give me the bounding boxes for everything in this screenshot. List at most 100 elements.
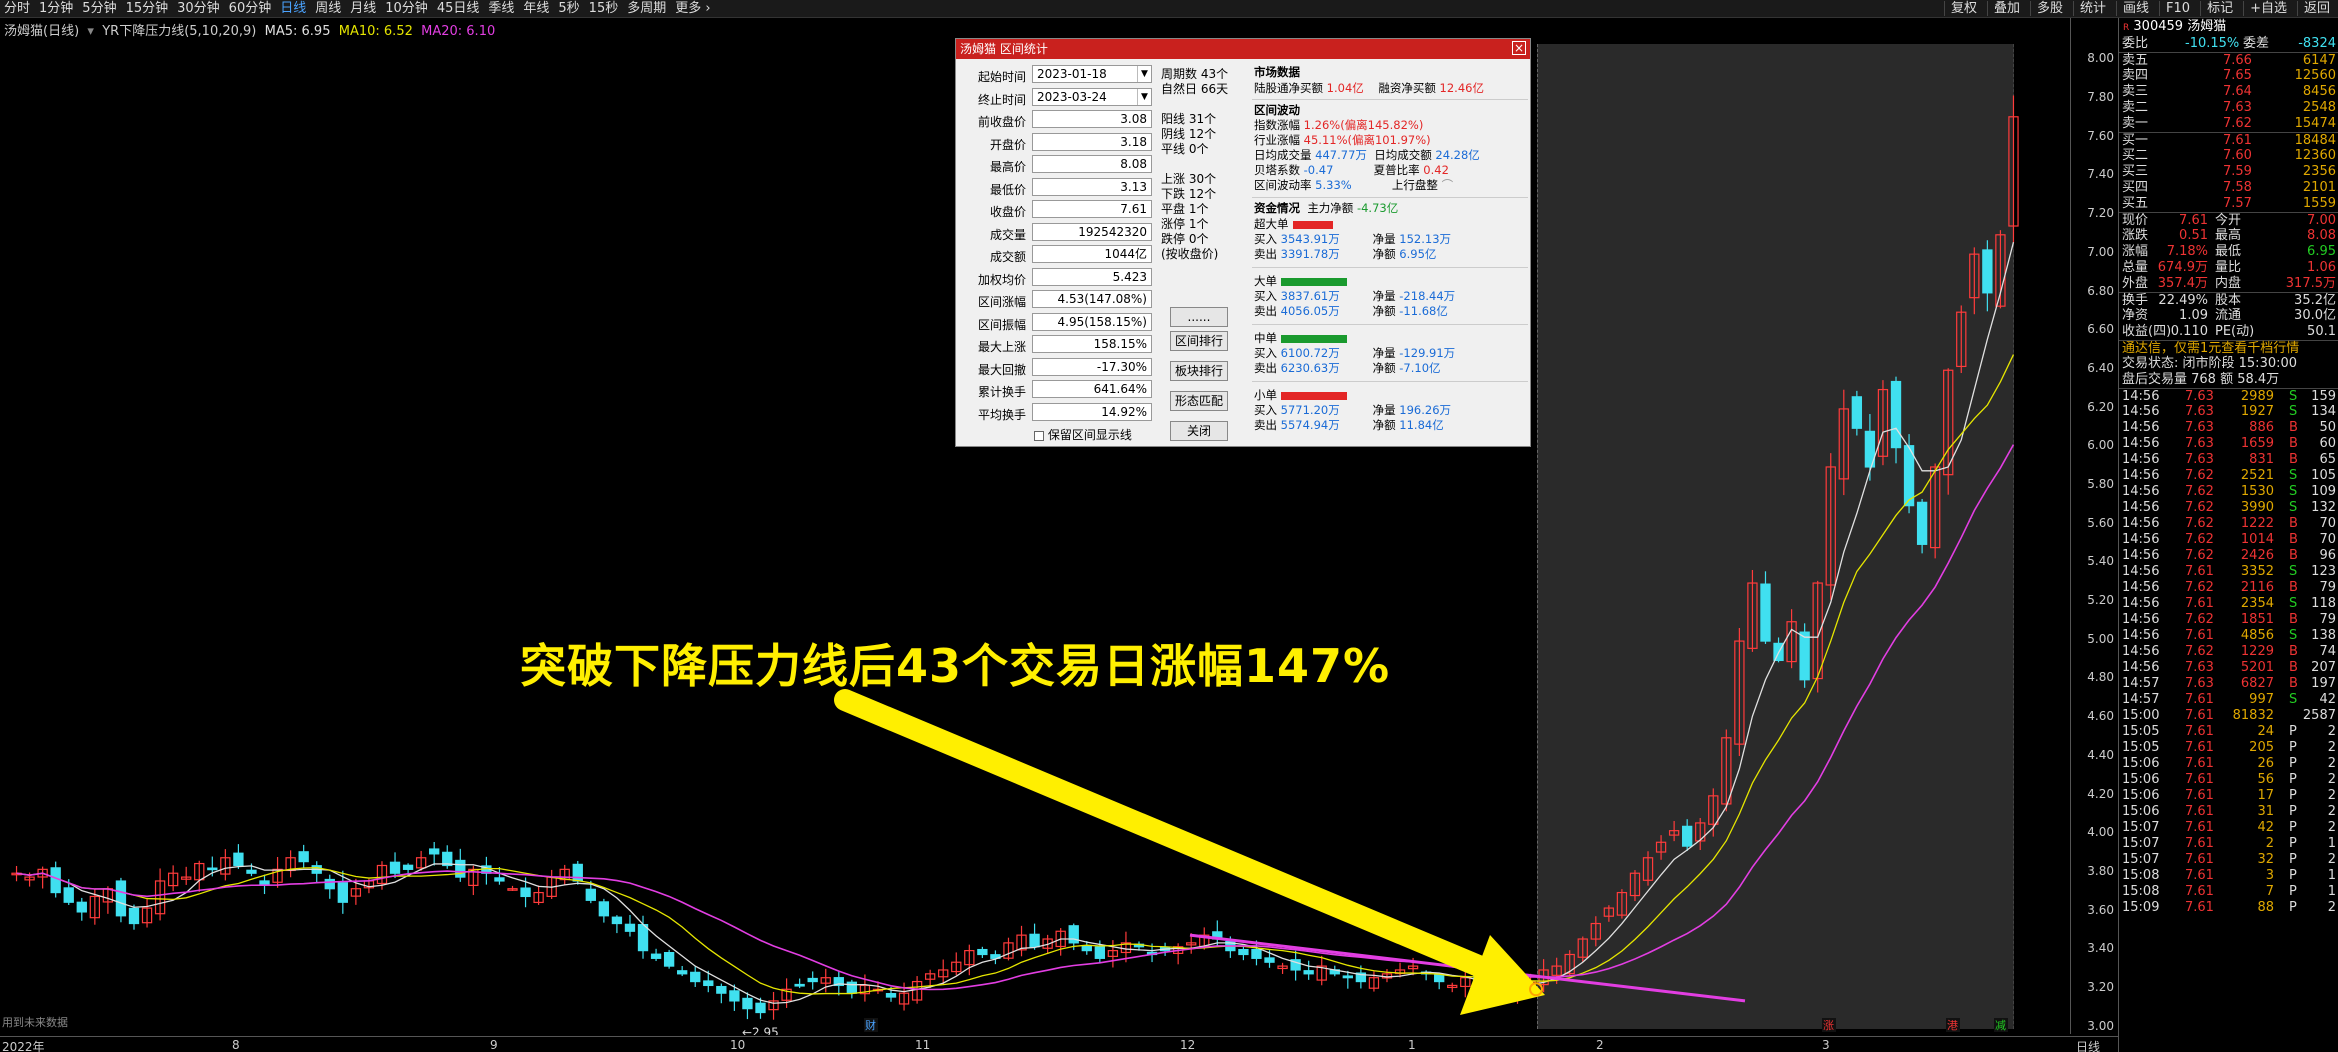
period-tab[interactable]: 周线	[315, 1, 341, 16]
indicator-name[interactable]: YR下降压力线(5,10,20,9)	[102, 24, 256, 39]
value: -11.68亿	[1399, 304, 1448, 318]
y-tick: 5.80	[2087, 476, 2114, 491]
price: 7.63	[2185, 452, 2214, 467]
period-tab[interactable]: 5秒	[558, 1, 579, 16]
candle-body	[1303, 970, 1314, 975]
count: 2587	[2302, 708, 2336, 723]
stat-label: 平均换手	[977, 407, 1026, 422]
date-input[interactable]: 2023-03-24 ▼	[1032, 87, 1152, 106]
volume: 1851	[2240, 612, 2274, 627]
stat-value-text: 5.423	[1112, 269, 1147, 284]
period-tab[interactable]: 季线	[488, 1, 514, 16]
keep-range-option[interactable]: 保留区间显示线	[1034, 426, 1132, 443]
fund-group-title: 超大单	[1254, 217, 1333, 232]
candle-body	[455, 859, 466, 878]
value: 24.28亿	[1435, 148, 1480, 162]
stat-label: 开盘价	[989, 137, 1026, 152]
candle-body	[1238, 948, 1249, 956]
date-input[interactable]: 2023-01-18 ▼	[1032, 65, 1152, 83]
stat-row: 涨幅 7.18% 最低 6.95	[2119, 244, 2338, 260]
bid-level: 买三 7.59 2356	[2119, 164, 2338, 180]
level: 卖五	[2122, 53, 2149, 68]
tick-row: 15:09 7.61 88 P 2	[2119, 900, 2338, 916]
period-tab[interactable]: 5分钟	[82, 1, 116, 16]
period-tab[interactable]: 多周期	[627, 1, 666, 16]
tool-button[interactable]: 标记	[2200, 1, 2236, 16]
tool-button[interactable]: 叠加	[1986, 1, 2022, 16]
chevron-down-icon[interactable]: ▼	[1137, 88, 1151, 105]
period-tab[interactable]: 更多 ›	[675, 1, 710, 16]
tick-row: 14:56 7.62 1530 S 109	[2119, 484, 2338, 500]
period-tab[interactable]: 1分钟	[39, 1, 73, 16]
dialog-button[interactable]: 形态匹配	[1170, 391, 1228, 411]
tool-button[interactable]: +自选	[2243, 1, 2289, 16]
tool-button[interactable]: F10	[2159, 1, 2193, 16]
value: 1.06	[2307, 260, 2336, 275]
candle-body	[115, 880, 127, 917]
period-tab[interactable]: 15分钟	[126, 1, 169, 16]
period-tab[interactable]: 年线	[523, 1, 549, 16]
volume: 24	[2257, 724, 2274, 739]
side: B	[2289, 436, 2298, 451]
period-tab[interactable]: 60分钟	[229, 1, 272, 16]
range-stats-dialog[interactable]: 汤姆猫 区间统计 × 起始时间 2023-01-18 ▼ 终止时间 2023-03-24…	[955, 38, 1531, 447]
level: 买二	[2122, 148, 2149, 163]
count: 2	[2327, 756, 2336, 771]
tool-button[interactable]: 多股	[2029, 1, 2065, 16]
tool-button[interactable]: 画线	[2116, 1, 2152, 16]
volume: 997	[2249, 692, 2274, 707]
summary-line: 自然日 66天	[1161, 82, 1229, 96]
price: 7.62	[2185, 500, 2214, 515]
level: 买五	[2122, 196, 2149, 211]
stat-label: 终止时间	[977, 92, 1026, 107]
tick-row: 14:56 7.63 1927 S 134	[2119, 404, 2338, 420]
period-tab[interactable]: 月线	[350, 1, 376, 16]
value: 196.26万	[1399, 403, 1452, 417]
section-title: 资金情况 主力净额 -4.73亿	[1254, 201, 1398, 216]
period-tab[interactable]: 45日线	[437, 1, 480, 16]
value: 22.49%	[2158, 293, 2208, 308]
candle-body	[50, 867, 61, 894]
candle-body	[259, 880, 270, 886]
dialog-button[interactable]: 区间排行	[1170, 331, 1228, 351]
y-tick: 4.00	[2087, 825, 2114, 840]
price: 7.57	[2223, 196, 2252, 211]
candle-body	[650, 953, 662, 959]
price: 7.63	[2185, 404, 2214, 419]
tool-button[interactable]: 返回	[2296, 1, 2332, 16]
period-tab[interactable]: 分时	[4, 1, 30, 16]
ma20-value: MA20: 6.10	[421, 24, 496, 39]
tool-button[interactable]: 复权	[1943, 1, 1979, 16]
side: S	[2289, 404, 2298, 419]
divider	[1252, 324, 1528, 325]
checkbox-icon[interactable]	[1034, 430, 1044, 441]
promo-notice[interactable]: 通达信，仅需1元查看千档行情	[2119, 340, 2338, 356]
y-tick: 6.60	[2087, 322, 2114, 337]
dialog-button[interactable]: ......	[1170, 307, 1228, 327]
value: -0.47	[1303, 163, 1334, 177]
close-icon[interactable]: ×	[1512, 41, 1526, 55]
chevron-down-icon[interactable]: ▼	[1137, 66, 1151, 82]
event-marker-label: 涨	[1823, 1019, 1834, 1032]
time: 14:56	[2122, 660, 2160, 675]
stat-row: 净资 1.09 流通 30.0亿	[2119, 308, 2338, 324]
price: 7.62	[2185, 580, 2214, 595]
dialog-button[interactable]: 关闭	[1170, 421, 1228, 441]
volume: 8456	[2302, 84, 2336, 99]
tool-button[interactable]: 统计	[2073, 1, 2109, 16]
y-tick: 7.60	[2087, 128, 2114, 143]
dialog-titlebar[interactable]: 汤姆猫 区间统计 ×	[956, 39, 1530, 59]
side: S	[2289, 564, 2298, 579]
x-tick: 11	[915, 1038, 931, 1052]
period-tab[interactable]: 30分钟	[177, 1, 220, 16]
dialog-button[interactable]: 板块排行	[1170, 361, 1228, 381]
period-tab[interactable]: 10分钟	[385, 1, 428, 16]
price: 7.63	[2223, 100, 2252, 115]
time: 15:06	[2122, 772, 2160, 787]
period-tab[interactable]: 15秒	[589, 1, 619, 16]
candle-body	[807, 977, 818, 983]
time: 15:06	[2122, 756, 2160, 771]
y-tick: 7.20	[2087, 206, 2114, 221]
period-tab[interactable]: 日线	[280, 1, 306, 16]
value: 主力净额	[1307, 201, 1354, 215]
